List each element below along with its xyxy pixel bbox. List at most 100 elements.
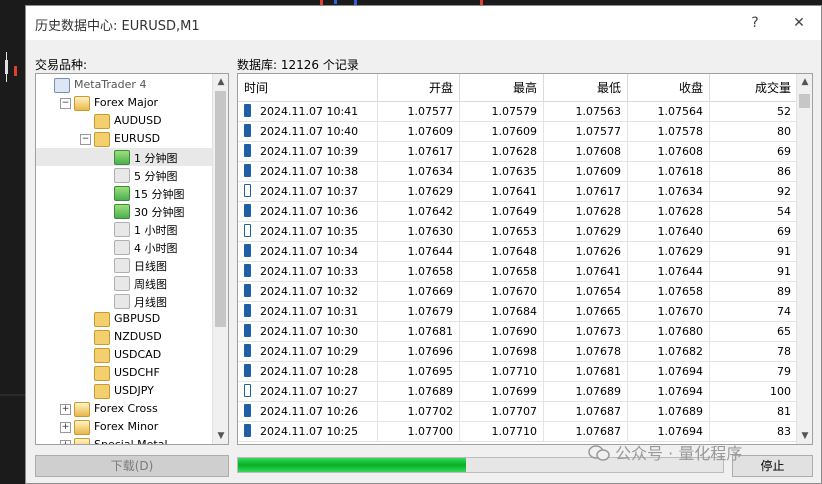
candle-icon — [244, 264, 251, 277]
table-cell: 1.07630 — [378, 222, 460, 242]
folder-icon — [74, 402, 90, 417]
scroll-up-icon[interactable]: ▲ — [213, 74, 228, 90]
timeframe-icon — [114, 240, 130, 255]
symbols-label: 交易品种: — [35, 58, 88, 72]
tree-item-label: 周线图 — [134, 278, 167, 291]
tree-scrollbar[interactable]: ▲ ▼ — [212, 74, 228, 444]
column-header[interactable]: 最高 — [460, 74, 544, 102]
collapse-icon[interactable]: − — [60, 98, 71, 109]
tree-item[interactable]: + Forex Minor — [36, 418, 212, 436]
table-cell: 1.07670 — [628, 302, 710, 322]
wechat-watermark: 公众号 · 量化程序 — [588, 440, 742, 464]
table-cell: 1.07634 — [628, 182, 710, 202]
help-button[interactable]: ? — [744, 12, 766, 34]
table-cell: 1.07669 — [378, 282, 460, 302]
table-cell: 2024.11.07 10:38 — [238, 162, 378, 182]
column-header[interactable]: 最低 — [544, 74, 628, 102]
table-cell: 1.07681 — [544, 362, 628, 382]
tree-item[interactable]: MetaTrader 4 — [36, 76, 212, 94]
table-cell: 1.07687 — [544, 422, 628, 442]
tree-item[interactable]: 1 小时图 — [36, 220, 212, 238]
tree-item[interactable]: USDCAD — [36, 346, 212, 364]
column-header[interactable]: 时间 — [238, 74, 378, 102]
table-cell: 1.07700 — [378, 422, 460, 442]
tree-item[interactable]: AUDUSD — [36, 112, 212, 130]
table-row[interactable]: 2024.11.07 10:33 1.07658 1.07658 1.07641 1.0… — [238, 262, 798, 282]
table-row[interactable]: 2024.11.07 10:34 1.07644 1.07648 1.07626 1.0… — [238, 242, 798, 262]
tree-scroll-thumb[interactable] — [215, 91, 226, 327]
table-row[interactable]: 2024.11.07 10:29 1.07696 1.07698 1.07678 1.0… — [238, 342, 798, 362]
table-row[interactable]: 2024.11.07 10:40 1.07609 1.07609 1.07577 1.0… — [238, 122, 798, 142]
table-cell: 1.07578 — [628, 122, 710, 142]
tree-item[interactable]: USDCHF — [36, 364, 212, 382]
tree-item[interactable]: − EURUSD — [36, 130, 212, 148]
table-row[interactable]: 2024.11.07 10:28 1.07695 1.07710 1.07681 1.0… — [238, 362, 798, 382]
tree-item[interactable]: 15 分钟图 — [36, 184, 212, 202]
tree-item[interactable]: 1 分钟图 — [36, 148, 212, 166]
expand-icon[interactable]: + — [60, 404, 71, 415]
tree-item[interactable]: 日线图 — [36, 256, 212, 274]
table-row[interactable]: 2024.11.07 10:39 1.07617 1.07628 1.07608 1.0… — [238, 142, 798, 162]
scroll-down-icon[interactable]: ▼ — [213, 428, 228, 444]
watermark-text: 公众号 · 量化程序 — [615, 444, 743, 463]
candle-icon — [244, 184, 251, 197]
tree-item[interactable]: NZDUSD — [36, 328, 212, 346]
tree-item[interactable]: 4 小时图 — [36, 238, 212, 256]
table-cell: 1.07658 — [378, 262, 460, 282]
tree-item-label: GBPUSD — [114, 312, 161, 325]
table-row[interactable]: 2024.11.07 10:37 1.07629 1.07641 1.07617 1.0… — [238, 182, 798, 202]
table-row[interactable]: 2024.11.07 10:35 1.07630 1.07653 1.07629 1.0… — [238, 222, 798, 242]
column-header[interactable]: 收盘 — [628, 74, 710, 102]
candle-icon — [244, 344, 251, 357]
tree-item[interactable]: 30 分钟图 — [36, 202, 212, 220]
table-row[interactable]: 2024.11.07 10:30 1.07681 1.07690 1.07673 1.0… — [238, 322, 798, 342]
download-button[interactable]: 下载(D) — [35, 455, 229, 477]
collapse-icon[interactable]: − — [80, 134, 91, 145]
title-bar: 历史数据中心: EURUSD,M1 ? ✕ — [26, 6, 821, 40]
candle-icon — [244, 104, 251, 117]
table-row[interactable]: 2024.11.07 10:25 1.07700 1.07710 1.07687 1.0… — [238, 422, 798, 442]
table-row[interactable]: 2024.11.07 10:32 1.07669 1.07670 1.07654 1.0… — [238, 282, 798, 302]
stop-button[interactable]: 停止 — [732, 455, 813, 477]
candle-icon — [244, 244, 251, 257]
table-cell: 1.07689 — [378, 382, 460, 402]
close-button[interactable]: ✕ — [788, 12, 810, 34]
tree-item[interactable]: USDJPY — [36, 382, 212, 400]
tree-item[interactable]: + Special Metal — [36, 436, 212, 444]
table-row[interactable]: 2024.11.07 10:41 1.07577 1.07579 1.07563 1.0… — [238, 102, 798, 122]
table-cell: 78 — [710, 342, 798, 362]
tree-item-label: Forex Major — [94, 96, 159, 109]
table-cell: 1.07634 — [378, 162, 460, 182]
symbol-icon — [94, 366, 110, 381]
table-scroll-down-icon[interactable]: ▼ — [797, 428, 812, 444]
table-cell: 1.07696 — [378, 342, 460, 362]
history-table[interactable]: 时间 开盘 最高 最低 收盘 成交量 2024.11.07 10:41 1.07577 1.0… — [237, 73, 813, 445]
table-cell: 1.07641 — [460, 182, 544, 202]
tree-item[interactable]: 周线图 — [36, 274, 212, 292]
table-row[interactable]: 2024.11.07 10:31 1.07679 1.07684 1.07665 1.0… — [238, 302, 798, 322]
symbol-icon — [94, 132, 110, 147]
table-cell: 80 — [710, 122, 798, 142]
symbol-tree[interactable]: MetaTrader 4 − Forex Major AUDUSD − EURUSD 1 分… — [35, 73, 229, 445]
timeframe-icon — [114, 276, 130, 291]
tree-item[interactable]: GBPUSD — [36, 310, 212, 328]
tree-item[interactable]: 5 分钟图 — [36, 166, 212, 184]
table-scrollbar[interactable]: ▲ ▼ — [796, 74, 812, 444]
table-row[interactable]: 2024.11.07 10:27 1.07689 1.07699 1.07689 1.0… — [238, 382, 798, 402]
table-row[interactable]: 2024.11.07 10:38 1.07634 1.07635 1.07609 1.0… — [238, 162, 798, 182]
tree-item[interactable]: + Forex Cross — [36, 400, 212, 418]
table-cell: 1.07665 — [544, 302, 628, 322]
table-row[interactable]: 2024.11.07 10:26 1.07702 1.07707 1.07687 1.0… — [238, 402, 798, 422]
column-header[interactable]: 开盘 — [378, 74, 460, 102]
folder-icon — [74, 96, 90, 111]
table-scroll-thumb[interactable] — [799, 94, 810, 108]
expand-icon[interactable]: + — [60, 440, 71, 444]
table-scroll-up-icon[interactable]: ▲ — [797, 74, 812, 90]
tree-item[interactable]: 月线图 — [36, 292, 212, 310]
table-row[interactable]: 2024.11.07 10:36 1.07642 1.07649 1.07628 1.0… — [238, 202, 798, 222]
column-header[interactable]: 成交量 — [710, 74, 798, 102]
expand-icon[interactable]: + — [60, 422, 71, 433]
wechat-icon — [588, 445, 610, 461]
tree-item[interactable]: − Forex Major — [36, 94, 212, 112]
table-cell: 1.07678 — [544, 342, 628, 362]
